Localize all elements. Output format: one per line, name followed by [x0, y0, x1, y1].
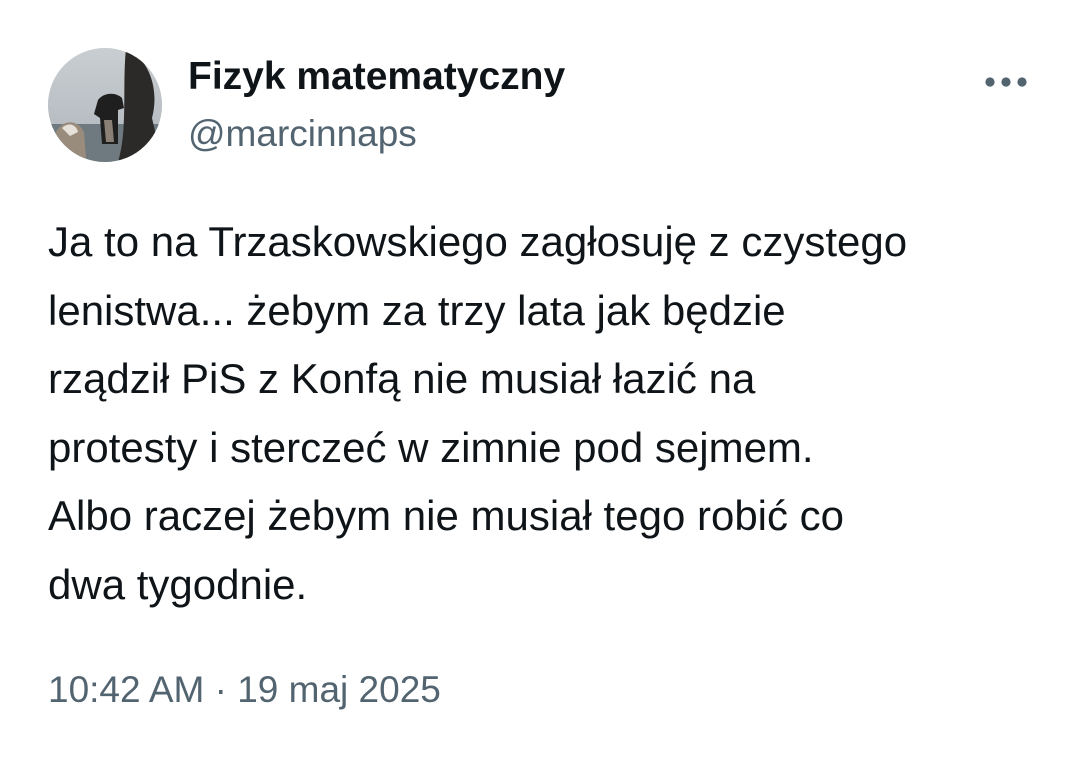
tweet-card: Fizyk matematyczny @marcinnaps Ja to na …: [0, 0, 1080, 761]
avatar-photo-icon: [48, 48, 162, 162]
more-options-button[interactable]: [978, 62, 1034, 102]
more-horizontal-icon: [985, 77, 1027, 87]
tweet-timestamp[interactable]: 10:42 AM · 19 maj 2025: [48, 668, 441, 712]
display-name[interactable]: Fizyk matematyczny: [188, 54, 565, 100]
avatar[interactable]: [48, 48, 162, 162]
user-handle[interactable]: @marcinnaps: [188, 112, 417, 156]
tweet-text: Ja to na Trzaskowskiego zagłosuję z czys…: [48, 218, 908, 608]
